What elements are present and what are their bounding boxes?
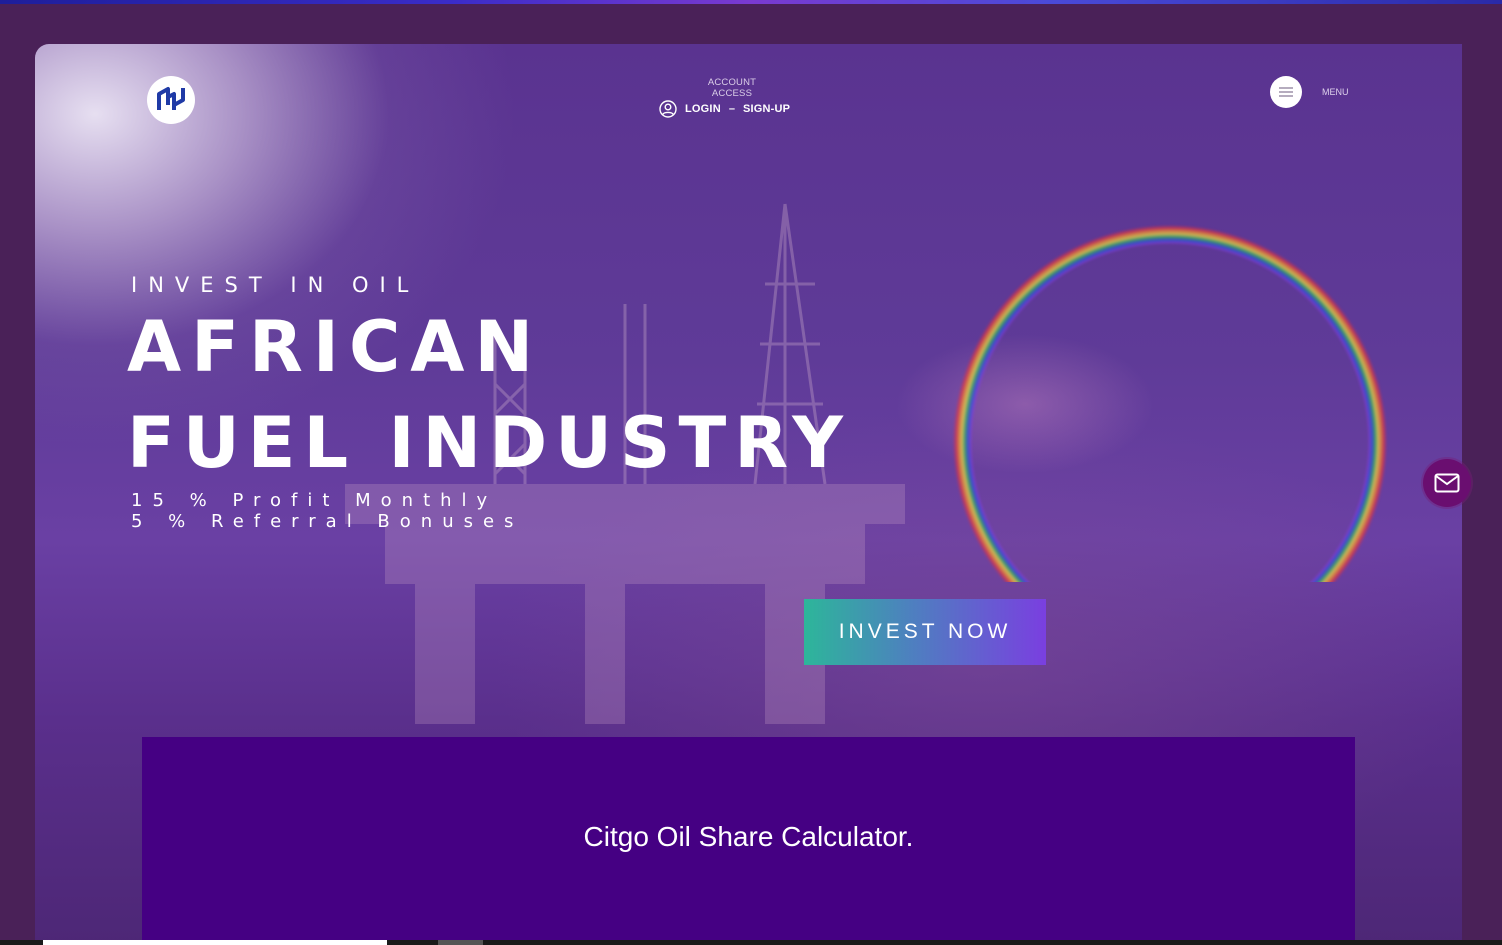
user-circle-icon	[659, 100, 677, 118]
login-separator: –	[728, 103, 735, 115]
hero-section: ACCOUNT ACCESS LOGIN – SIGN-UP MENU INVE…	[35, 44, 1462, 945]
account-access-label: ACCOUNT ACCESS	[707, 77, 757, 99]
rainbow-decoration	[950, 222, 1410, 582]
brand-logo-icon[interactable]	[147, 76, 195, 124]
hero-eyebrow: INVEST IN OIL	[131, 273, 420, 297]
share-calculator-panel: Citgo Oil Share Calculator.	[142, 737, 1355, 945]
bottom-scroll-strip	[0, 940, 1502, 945]
hamburger-menu-icon	[1279, 87, 1293, 97]
scroll-segment	[438, 940, 483, 945]
menu-label[interactable]: MENU	[1322, 87, 1349, 97]
scroll-segment	[43, 940, 387, 945]
signup-link[interactable]: SIGN-UP	[743, 103, 790, 115]
account-links: LOGIN – SIGN-UP	[659, 100, 790, 118]
invest-now-button[interactable]: INVEST NOW	[804, 599, 1046, 665]
hero-headline-line2: FUEL INDUSTRY	[127, 402, 851, 484]
hero-referral-text: 5 % Referral Bonuses	[131, 511, 524, 532]
login-link[interactable]: LOGIN	[685, 103, 721, 115]
hero-profit-text: 15 % Profit Monthly	[131, 490, 498, 511]
mail-button[interactable]	[1423, 459, 1471, 507]
top-accent-strip	[0, 0, 1502, 4]
menu-button[interactable]	[1270, 76, 1302, 108]
mail-icon	[1434, 473, 1460, 493]
calculator-title: Citgo Oil Share Calculator.	[583, 821, 914, 852]
hero-headline-line1: AFRICAN	[127, 306, 544, 388]
